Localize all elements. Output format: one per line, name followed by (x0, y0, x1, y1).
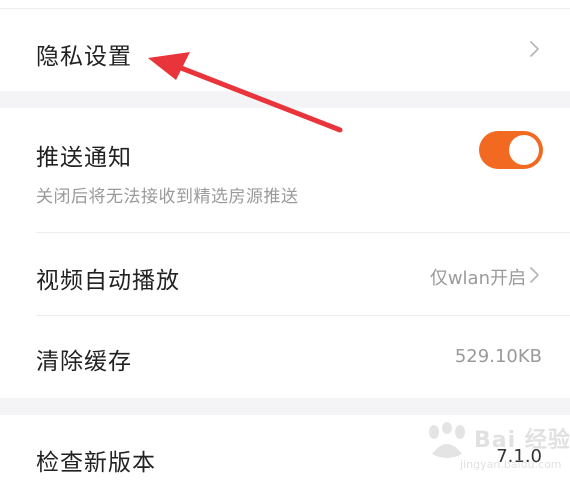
clear-cache-label: 清除缓存 (36, 349, 132, 375)
baidu-watermark: Bai 经验 jingyan.baidu.com (414, 418, 570, 482)
video-autoplay-label: 视频自动播放 (36, 268, 180, 294)
cache-size-value: 529.10KB (454, 346, 542, 367)
push-notification-row: 推送通知 关闭后将无法接收到精选房源推送 (0, 108, 570, 232)
section-gap (0, 398, 570, 415)
clear-cache-row[interactable]: 清除缓存 529.10KB (0, 316, 570, 398)
settings-screen: 隐私设置 推送通知 关闭后将无法接收到精选房源推送 视频自动播放 仅wlan开启… (0, 0, 570, 488)
section-gap (0, 91, 570, 108)
push-notification-description: 关闭后将无法接收到精选房源推送 (36, 187, 299, 207)
privacy-settings-label: 隐私设置 (36, 44, 132, 70)
push-notification-label: 推送通知 (36, 145, 132, 171)
watermark-text: Bai 经验 (474, 428, 570, 453)
push-notification-toggle[interactable] (479, 131, 543, 169)
paw-logo-icon (429, 422, 465, 458)
video-autoplay-value: 仅wlan开启 (429, 268, 526, 289)
check-version-label: 检查新版本 (36, 450, 156, 476)
video-autoplay-row[interactable]: 视频自动播放 仅wlan开启 (0, 233, 570, 315)
toggle-knob (509, 135, 539, 165)
chevron-right-icon (530, 41, 539, 57)
chevron-right-icon (530, 267, 539, 283)
watermark-subtext: jingyan.baidu.com (460, 458, 562, 471)
privacy-settings-row[interactable]: 隐私设置 (0, 9, 570, 91)
